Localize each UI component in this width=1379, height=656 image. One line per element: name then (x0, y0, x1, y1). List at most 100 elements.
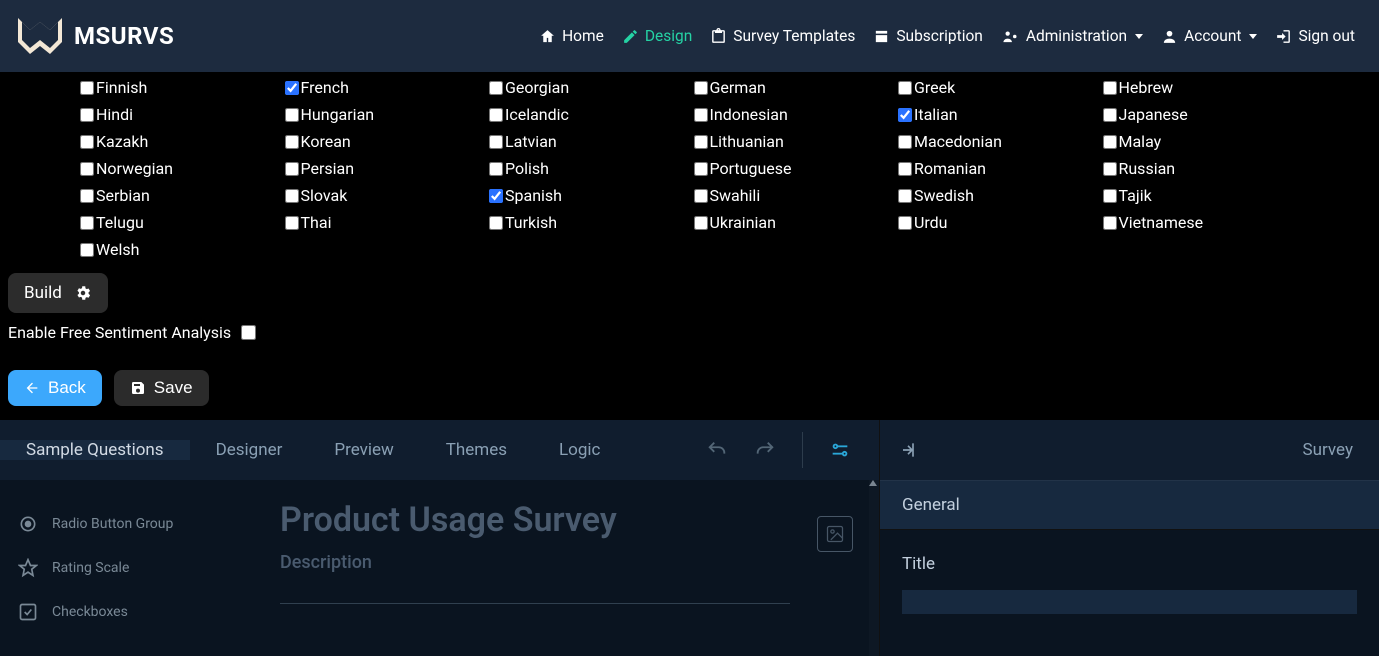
toolbox-rating-scale[interactable]: Rating Scale (12, 546, 244, 590)
language-option[interactable]: Spanish (489, 186, 694, 205)
language-option[interactable]: Italian (898, 105, 1103, 124)
survey-logo-placeholder[interactable] (817, 516, 853, 552)
language-checkbox[interactable] (1103, 162, 1117, 176)
nav-templates[interactable]: Survey Templates (710, 27, 855, 45)
language-option[interactable]: French (285, 78, 490, 97)
language-checkbox[interactable] (694, 108, 708, 122)
language-option[interactable]: Icelandic (489, 105, 694, 124)
language-option[interactable]: Finnish (80, 78, 285, 97)
language-option[interactable]: Swahili (694, 186, 899, 205)
language-checkbox[interactable] (285, 216, 299, 230)
language-option[interactable]: Korean (285, 132, 490, 151)
language-checkbox[interactable] (285, 135, 299, 149)
language-option[interactable]: Swedish (898, 186, 1103, 205)
build-button[interactable]: Build (8, 273, 108, 313)
language-checkbox[interactable] (898, 216, 912, 230)
language-checkbox[interactable] (489, 108, 503, 122)
language-option[interactable]: Slovak (285, 186, 490, 205)
language-option[interactable]: Portuguese (694, 159, 899, 178)
language-option[interactable]: Indonesian (694, 105, 899, 124)
language-checkbox[interactable] (694, 81, 708, 95)
nav-design[interactable]: Design (622, 27, 692, 45)
language-option[interactable]: Norwegian (80, 159, 285, 178)
language-option[interactable]: Macedonian (898, 132, 1103, 151)
language-option[interactable]: Polish (489, 159, 694, 178)
language-checkbox[interactable] (80, 108, 94, 122)
toolbox-radio-group[interactable]: Radio Button Group (12, 502, 244, 546)
undo-icon[interactable] (706, 439, 728, 461)
language-option[interactable]: Thai (285, 213, 490, 232)
language-option[interactable]: Hungarian (285, 105, 490, 124)
toolbox-checkboxes[interactable]: Checkboxes (12, 590, 244, 634)
language-checkbox[interactable] (1103, 216, 1117, 230)
language-checkbox[interactable] (489, 81, 503, 95)
language-checkbox[interactable] (80, 189, 94, 203)
language-option[interactable]: Lithuanian (694, 132, 899, 151)
tab-preview[interactable]: Preview (308, 440, 419, 460)
back-button[interactable]: Back (8, 370, 102, 406)
language-checkbox[interactable] (489, 189, 503, 203)
language-checkbox[interactable] (489, 216, 503, 230)
nav-administration[interactable]: Administration (1001, 27, 1143, 45)
language-checkbox[interactable] (898, 162, 912, 176)
language-checkbox[interactable] (80, 216, 94, 230)
language-option[interactable]: Russian (1103, 159, 1308, 178)
survey-canvas[interactable]: Product Usage Survey Description (256, 480, 879, 656)
sentiment-checkbox[interactable] (241, 325, 256, 340)
language-option[interactable]: Urdu (898, 213, 1103, 232)
language-option[interactable]: Welsh (80, 240, 285, 259)
language-option[interactable]: Telugu (80, 213, 285, 232)
language-checkbox[interactable] (1103, 108, 1117, 122)
language-checkbox[interactable] (80, 135, 94, 149)
language-checkbox[interactable] (1103, 81, 1117, 95)
language-checkbox[interactable] (898, 108, 912, 122)
language-option[interactable]: Japanese (1103, 105, 1308, 124)
nav-subscription[interactable]: Subscription (873, 27, 983, 45)
language-option[interactable]: Ukrainian (694, 213, 899, 232)
language-option[interactable]: Serbian (80, 186, 285, 205)
language-checkbox[interactable] (285, 108, 299, 122)
language-checkbox[interactable] (898, 135, 912, 149)
section-general[interactable]: General (880, 480, 1379, 530)
language-option[interactable]: Hindi (80, 105, 285, 124)
nav-signout[interactable]: Sign out (1275, 27, 1355, 45)
language-option[interactable]: Turkish (489, 213, 694, 232)
survey-title[interactable]: Product Usage Survey (280, 500, 847, 540)
title-input[interactable] (902, 590, 1357, 614)
language-option[interactable]: Persian (285, 159, 490, 178)
tab-themes[interactable]: Themes (420, 440, 533, 460)
language-checkbox[interactable] (489, 135, 503, 149)
language-checkbox[interactable] (694, 162, 708, 176)
language-checkbox[interactable] (1103, 189, 1117, 203)
language-checkbox[interactable] (694, 135, 708, 149)
redo-icon[interactable] (754, 439, 776, 461)
language-option[interactable]: Latvian (489, 132, 694, 151)
language-checkbox[interactable] (1103, 135, 1117, 149)
tab-sample-questions[interactable]: Sample Questions (0, 440, 190, 460)
language-checkbox[interactable] (694, 216, 708, 230)
language-checkbox[interactable] (285, 81, 299, 95)
language-checkbox[interactable] (285, 162, 299, 176)
language-checkbox[interactable] (80, 81, 94, 95)
language-checkbox[interactable] (694, 189, 708, 203)
survey-description[interactable]: Description (280, 552, 847, 573)
settings-sliders-icon[interactable] (829, 439, 851, 461)
language-option[interactable]: Kazakh (80, 132, 285, 151)
language-option[interactable]: Romanian (898, 159, 1103, 178)
nav-account[interactable]: Account (1161, 27, 1257, 45)
tab-designer[interactable]: Designer (190, 440, 309, 460)
language-option[interactable]: Vietnamese (1103, 213, 1308, 232)
language-option[interactable]: Hebrew (1103, 78, 1308, 97)
language-checkbox[interactable] (898, 81, 912, 95)
tab-logic[interactable]: Logic (533, 440, 626, 460)
language-option[interactable]: Malay (1103, 132, 1308, 151)
language-option[interactable]: Tajik (1103, 186, 1308, 205)
brand-logo[interactable]: MSURVS (16, 16, 174, 56)
collapse-right-icon[interactable] (898, 440, 918, 460)
language-checkbox[interactable] (489, 162, 503, 176)
scrollbar[interactable] (869, 480, 879, 656)
language-checkbox[interactable] (285, 189, 299, 203)
save-button[interactable]: Save (114, 370, 209, 406)
language-option[interactable]: Greek (898, 78, 1103, 97)
nav-home[interactable]: Home (539, 27, 604, 45)
